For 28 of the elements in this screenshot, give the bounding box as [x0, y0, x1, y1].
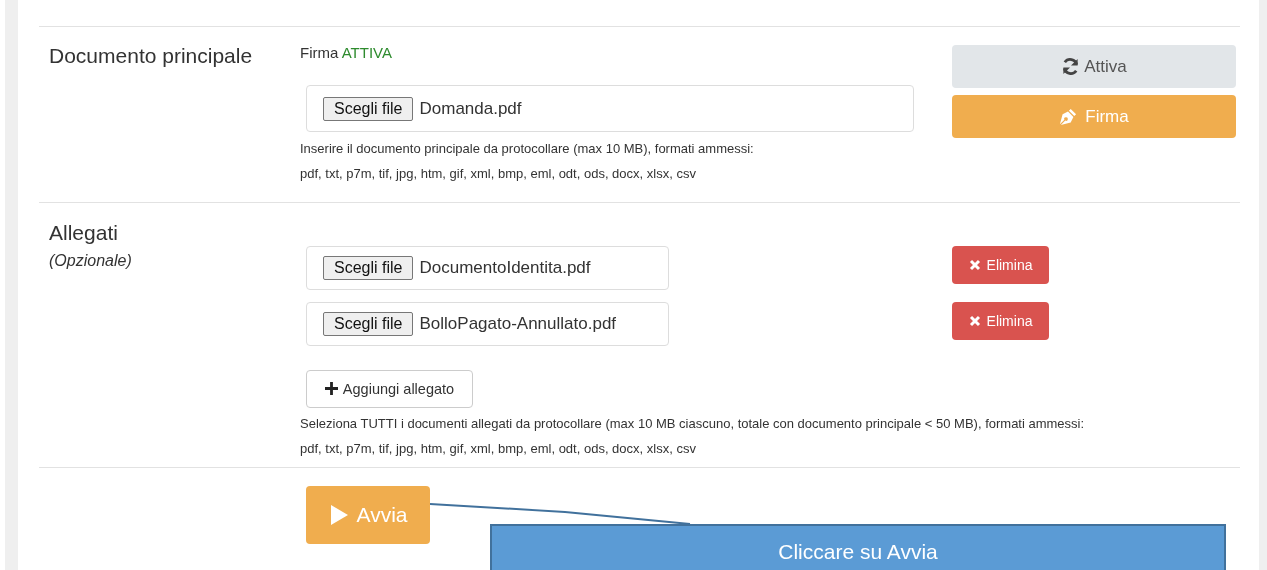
delete-button[interactable]: Elimina — [952, 302, 1049, 340]
signature-status: ATTIVA — [341, 44, 392, 61]
section-title: Allegati — [49, 221, 119, 245]
pen-nib-icon — [1059, 107, 1078, 126]
file-name: BolloPagato-Annullato.pdf — [419, 314, 617, 334]
delete-button[interactable]: Elimina — [952, 246, 1049, 284]
section-title: Documento principale — [49, 44, 254, 68]
file-name: DocumentoIdentita.pdf — [419, 258, 591, 278]
play-icon — [328, 504, 349, 526]
close-icon — [968, 259, 981, 271]
plus-icon — [324, 382, 338, 395]
help-text: Inserire il documento principale da protocollare (max 10 MB), formati ammessi: — [300, 140, 755, 158]
close-icon — [968, 315, 981, 327]
choose-file-button[interactable]: Scegli file — [323, 96, 414, 121]
formats-text: pdf, txt, p7m, tif, jpg, htm, gif, xml, bmp, eml, odt, ods, docx, xlsx, csv — [300, 439, 697, 458]
signature-label: Firma — [300, 44, 339, 61]
file-field[interactable]: Scegli file Domanda.pdf — [306, 85, 914, 132]
file-field[interactable]: Scegli file DocumentoIdentita.pdf — [306, 246, 669, 290]
formats-text: pdf, txt, p7m, tif, jpg, htm, gif, xml, bmp, eml, odt, ods, docx, xlsx, csv — [300, 165, 697, 183]
file-name: Domanda.pdf — [419, 98, 522, 119]
callout-box: Cliccare su Avvia — [490, 524, 1226, 570]
choose-file-button[interactable]: Scegli file — [323, 312, 414, 336]
file-field[interactable]: Scegli file BolloPagato-Annullato.pdf — [306, 302, 669, 346]
choose-file-button[interactable]: Scegli file — [323, 256, 414, 280]
help-text: Seleziona TUTTI i documenti allegati da protocollare (max 10 MB ciascuno, totale con documento principale < 50 MB), formati ammessi: — [300, 414, 1086, 433]
refresh-icon — [1061, 57, 1081, 76]
add-attachment-button[interactable]: Aggiungi allegato — [306, 369, 473, 408]
optional-note: (Opzionale) — [49, 252, 133, 270]
